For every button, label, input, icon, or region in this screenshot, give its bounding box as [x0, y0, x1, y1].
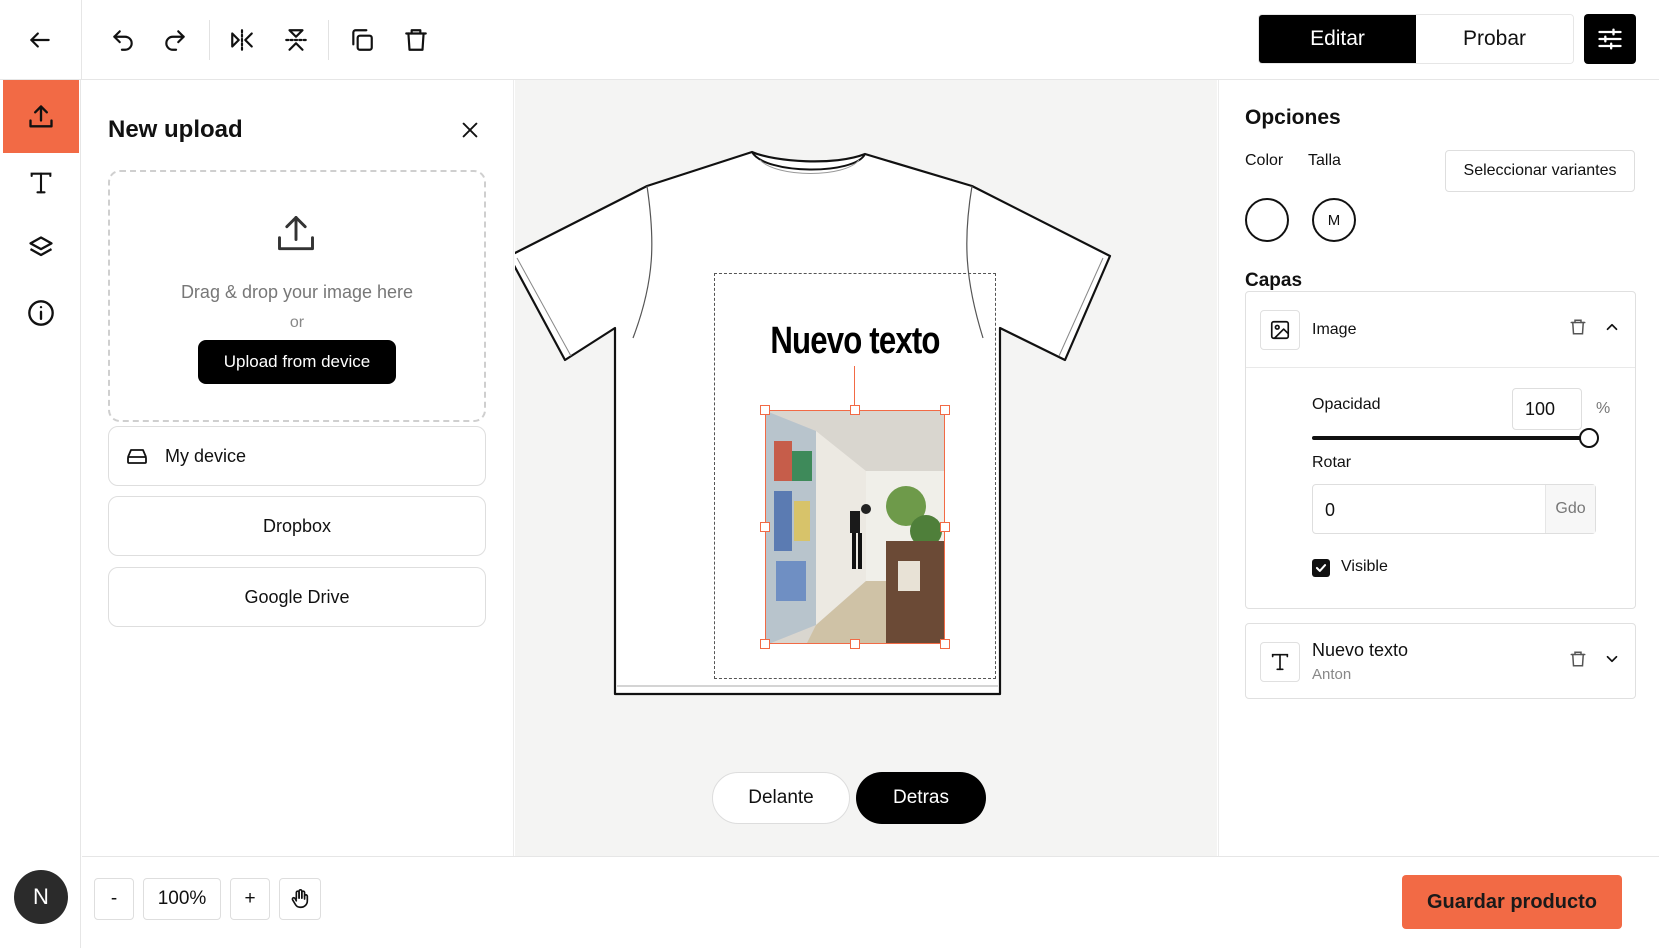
- bottom-bar: - 100% + Guardar producto: [82, 856, 1659, 948]
- text-layer-font: Anton: [1312, 666, 1352, 683]
- rotate-connector: [854, 366, 855, 406]
- color-label: Color: [1245, 152, 1284, 169]
- save-product-button[interactable]: Guardar producto: [1402, 875, 1622, 929]
- dropzone[interactable]: Drag & drop your image here or Upload fr…: [108, 170, 486, 422]
- text-layer-card[interactable]: Nuevo texto Anton: [1245, 623, 1636, 699]
- image-layer-header[interactable]: Image: [1246, 292, 1635, 368]
- image-icon: [1260, 310, 1300, 350]
- rail-upload-button[interactable]: [3, 80, 79, 153]
- resize-handle[interactable]: [940, 639, 950, 649]
- mode-toggle: Editar Probar: [1258, 14, 1574, 64]
- dropzone-text: Drag & drop your image here: [180, 282, 414, 302]
- mode-edit-button[interactable]: Editar: [1259, 15, 1416, 63]
- image-layer-card: Image Opacidad 100 % Rotar 0 Gdo Visible: [1245, 291, 1636, 609]
- select-variants-button[interactable]: Seleccionar variantes: [1445, 150, 1635, 192]
- rail-text-button[interactable]: [3, 146, 79, 219]
- source-google-drive-button[interactable]: Google Drive: [108, 567, 486, 627]
- resize-handle[interactable]: [760, 639, 770, 649]
- chevron-up-icon[interactable]: [1603, 318, 1621, 341]
- top-toolbar: Editar Probar: [0, 0, 1659, 80]
- hard-drive-icon: [127, 449, 147, 464]
- dropzone-or: or: [289, 314, 305, 331]
- resize-handle[interactable]: [760, 522, 770, 532]
- duplicate-icon[interactable]: [342, 20, 382, 60]
- panel-title: New upload: [108, 116, 243, 143]
- layers-icon: [29, 235, 53, 256]
- upload-icon: [29, 104, 53, 128]
- rail-layers-button[interactable]: [3, 211, 79, 284]
- opacity-slider-track[interactable]: [1312, 436, 1588, 440]
- upload-panel: New upload Drag & drop your image here o…: [82, 80, 514, 856]
- color-swatch[interactable]: [1245, 198, 1289, 242]
- opacity-unit: %: [1596, 400, 1611, 417]
- back-arrow-icon[interactable]: [20, 20, 60, 60]
- zoom-out-button[interactable]: -: [94, 878, 134, 920]
- rotate-input[interactable]: 0 Gdo: [1312, 484, 1596, 534]
- checkmark-icon: [1315, 564, 1327, 572]
- layers-title: Capas: [1245, 270, 1303, 291]
- redo-icon[interactable]: [155, 20, 195, 60]
- source-dropbox-button[interactable]: Dropbox: [108, 496, 486, 556]
- options-title: Opciones: [1245, 106, 1341, 129]
- resize-handle[interactable]: [850, 405, 860, 415]
- text-layer-name: Nuevo texto: [1312, 640, 1409, 660]
- hand-pan-icon[interactable]: [279, 878, 321, 920]
- upload-icon: [274, 212, 318, 261]
- trash-icon[interactable]: [1569, 650, 1587, 673]
- visible-label: Visible: [1341, 558, 1388, 575]
- text-icon: [1260, 642, 1300, 682]
- source-label: My device: [165, 445, 247, 466]
- zoom-level[interactable]: 100%: [143, 878, 221, 920]
- mode-try-button[interactable]: Probar: [1416, 15, 1573, 63]
- rotate-label: Rotar: [1312, 454, 1352, 471]
- chevron-down-icon[interactable]: [1603, 650, 1621, 673]
- size-label: Talla: [1308, 152, 1341, 169]
- trash-icon[interactable]: [396, 20, 436, 60]
- flip-vertical-icon[interactable]: [276, 20, 316, 60]
- options-panel: Opciones Color Talla Seleccionar variant…: [1218, 80, 1659, 856]
- resize-handle[interactable]: [760, 405, 770, 415]
- text-icon: [30, 172, 52, 193]
- trash-icon[interactable]: [1569, 318, 1587, 341]
- upload-from-device-button[interactable]: Upload from device: [198, 340, 396, 384]
- resize-handle[interactable]: [940, 522, 950, 532]
- undo-icon[interactable]: [103, 20, 143, 60]
- rotate-unit: Gdo: [1545, 485, 1595, 533]
- flip-horizontal-icon[interactable]: [222, 20, 262, 60]
- sliders-icon[interactable]: [1584, 14, 1636, 64]
- toolbar-divider: [81, 0, 82, 80]
- rotate-value: 0: [1325, 500, 1336, 520]
- design-canvas[interactable]: Nuevo texto Delante Detras: [515, 80, 1217, 856]
- rail-info-button[interactable]: [3, 276, 79, 349]
- resize-handle[interactable]: [940, 405, 950, 415]
- image-layer-name: Image: [1312, 321, 1357, 338]
- info-icon: [28, 299, 54, 326]
- zoom-in-button[interactable]: +: [230, 878, 270, 920]
- toolbar-divider: [209, 20, 210, 60]
- side-front-button[interactable]: Delante: [712, 772, 850, 824]
- opacity-slider-thumb[interactable]: [1579, 428, 1599, 448]
- source-my-device-button[interactable]: My device: [108, 426, 486, 486]
- opacity-label: Opacidad: [1312, 396, 1381, 413]
- close-icon[interactable]: [454, 114, 486, 146]
- design-text-element[interactable]: Nuevo texto: [739, 320, 970, 363]
- opacity-input[interactable]: 100: [1512, 388, 1582, 430]
- left-rail: [0, 80, 81, 948]
- design-image-element[interactable]: [765, 410, 945, 644]
- size-chip[interactable]: M: [1312, 198, 1356, 242]
- side-back-button[interactable]: Detras: [856, 772, 986, 824]
- resize-handle[interactable]: [850, 639, 860, 649]
- toolbar-divider: [328, 20, 329, 60]
- visible-checkbox[interactable]: [1312, 559, 1330, 577]
- avatar[interactable]: N: [14, 870, 68, 924]
